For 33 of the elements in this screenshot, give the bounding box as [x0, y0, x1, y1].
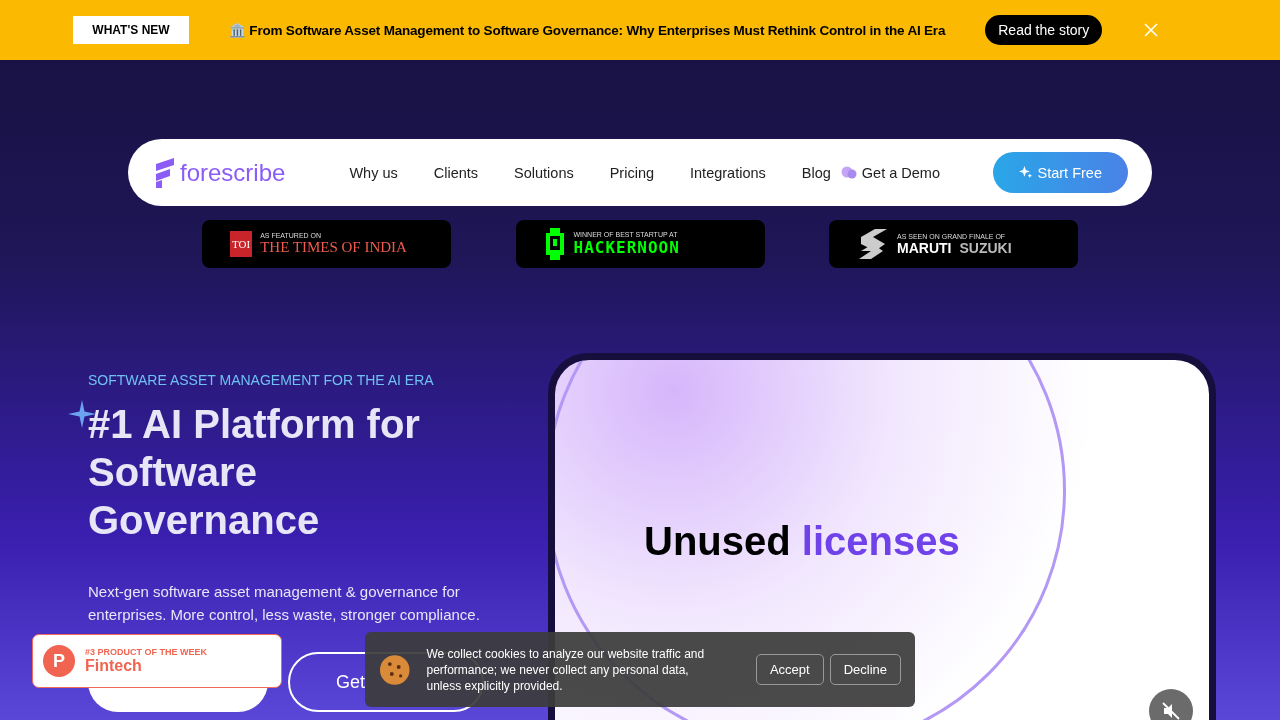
accept-button[interactable]: Accept [755, 654, 824, 685]
eyebrow-text: SOFTWARE ASSET MANAGEMENT FOR THE AI ERA [88, 372, 435, 388]
read-story-button[interactable]: Read the story [985, 15, 1103, 45]
get-demo-link[interactable]: Get a Demo [861, 164, 940, 181]
hackernoon-logo-icon [543, 228, 566, 260]
suzuki-logo-icon [857, 229, 889, 259]
badge-category: Fintech [85, 657, 143, 675]
logo-icon [156, 157, 174, 188]
logo-text[interactable]: forescribe [180, 158, 286, 187]
decline-button[interactable]: Decline [829, 654, 901, 685]
chat-bubbles-icon [840, 165, 857, 180]
showcase-headline: Unused licenses [644, 519, 960, 564]
cookie-message: We collect cookies to analyze our website traffic and performance; we never collect any personal data, unless explicitly provided. [426, 645, 706, 694]
announcement-text[interactable]: 🏛 From Software Asset Management to Software Governance: Why Enterprises Must Rethink Control in the AI Era [229, 22, 946, 38]
whats-new-label: WHAT'S NEW [73, 16, 189, 44]
nav-link[interactable]: Blog [801, 164, 831, 181]
mute-icon [1162, 702, 1180, 720]
press-name: THE TIMES OF INDIA [260, 239, 407, 256]
hero-subtitle: Next-gen software asset management & governance for enterprises. More control, less waste, stronger compliance. [88, 582, 481, 625]
nav-link[interactable]: Clients [433, 164, 479, 181]
product-hunt-logo: P [43, 645, 75, 677]
nav-link[interactable]: Pricing [609, 164, 655, 181]
nav-link[interactable]: Solutions [514, 164, 574, 181]
press-name: SUZUKI [959, 239, 1012, 256]
badge-rank: #3 PRODUCT OF THE WEEK [85, 647, 207, 657]
toi-logo: TOI [230, 231, 253, 257]
nav-link[interactable]: Why us [349, 164, 398, 181]
press-name: HACKERNOON [573, 238, 680, 257]
press-name: MARUTI [897, 239, 952, 256]
sparkle-icon [1018, 166, 1032, 179]
cookie-icon [379, 653, 411, 686]
hero-title: #1 AI Platform for Software Governance [88, 401, 421, 544]
nav-link[interactable]: Integrations [690, 164, 766, 181]
